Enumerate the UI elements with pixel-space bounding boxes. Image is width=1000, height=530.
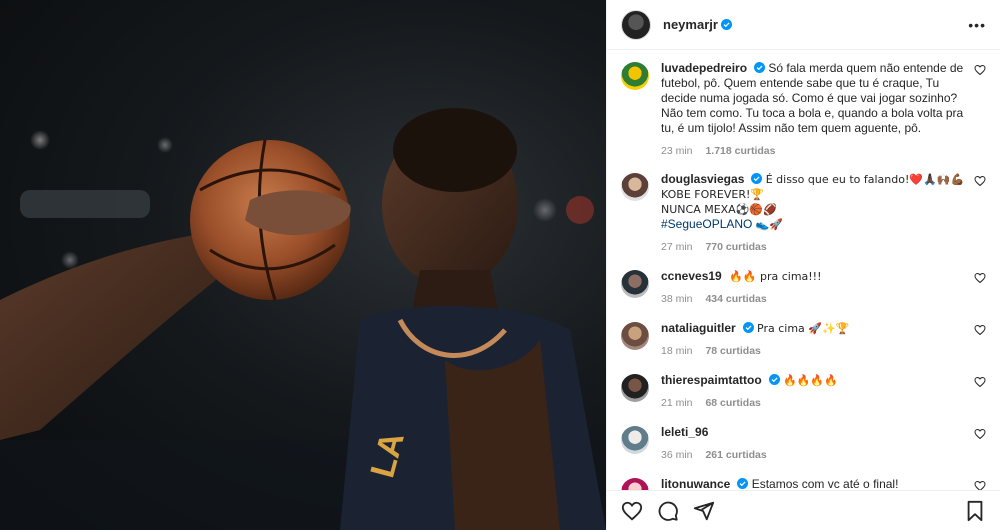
heart-icon[interactable] — [974, 428, 986, 440]
instagram-post-view: LA neymarjr ••• luvadepedreiro Só fala m… — [0, 0, 1000, 530]
more-options-icon[interactable]: ••• — [968, 17, 986, 33]
comment-time: 38 min — [661, 293, 693, 305]
comment-likes[interactable]: 261 curtidas — [705, 449, 766, 461]
comment-text-line: KOBE FOREVER!🏆 — [661, 188, 765, 201]
comment-body: leleti_96 36 min 261 curtidas — [661, 425, 976, 463]
comment-text-line: É disso que eu to falando!❤️🙏🏿🙌🏾💪🏾 — [765, 173, 965, 186]
author-username[interactable]: neymarjr — [663, 17, 718, 32]
share-icon[interactable] — [693, 500, 715, 522]
post-header: neymarjr ••• — [607, 0, 1000, 50]
comment-body: luvadepedreiro Só fala merda quem não en… — [661, 61, 976, 159]
comment-meta: 23 min 1.718 curtidas — [661, 144, 976, 159]
comment-likes[interactable]: 1.718 curtidas — [705, 145, 775, 157]
comment-meta: 18 min 78 curtidas — [661, 344, 976, 359]
comment-time: 23 min — [661, 145, 693, 157]
commenter-avatar[interactable] — [621, 478, 649, 490]
comment-username[interactable]: douglasviegas — [661, 172, 744, 186]
comment-text: 🔥🔥 pra cima!!! — [729, 270, 822, 283]
comment-text-line: NUNCA MEXA⚽🏀🏈 — [661, 203, 777, 216]
comment-body: ccneves19 🔥🔥 pra cima!!! 38 min 434 curt… — [661, 269, 976, 307]
comment-body: douglasviegas É disso que eu to falando!… — [661, 172, 976, 255]
comment-username[interactable]: nataliaguitler — [661, 321, 736, 335]
comment-time: 21 min — [661, 397, 693, 409]
comment-item: nataliaguitler Pra cima 🚀✨🏆 18 min 78 cu… — [621, 307, 986, 359]
commenter-avatar[interactable] — [621, 374, 649, 402]
commenter-avatar[interactable] — [621, 270, 649, 298]
comment-hashtag[interactable]: #SegueOPLANO — [661, 217, 752, 231]
comment-body: litonuwance Estamos com vc até o final! — [661, 477, 976, 490]
comment-meta: 36 min 261 curtidas — [661, 448, 976, 463]
comment-icon[interactable] — [657, 500, 679, 522]
heart-icon[interactable] — [974, 376, 986, 388]
comment-username[interactable]: thierespaimtattoo — [661, 373, 762, 387]
comments-panel: neymarjr ••• luvadepedreiro Só fala merd… — [606, 0, 1000, 530]
comment-item: litonuwance Estamos com vc até o final! — [621, 463, 986, 490]
comment-body: nataliaguitler Pra cima 🚀✨🏆 18 min 78 cu… — [661, 321, 976, 359]
comment-text: Pra cima 🚀✨🏆 — [757, 322, 850, 335]
comments-list[interactable]: luvadepedreiro Só fala merda quem não en… — [607, 50, 1000, 490]
heart-icon[interactable] — [974, 272, 986, 284]
comment-body: thierespaimtattoo 🔥🔥🔥🔥 21 min 68 curtida… — [661, 373, 976, 411]
verified-badge-icon — [720, 19, 732, 30]
heart-icon[interactable] — [974, 324, 986, 336]
comment-item: thierespaimtattoo 🔥🔥🔥🔥 21 min 68 curtida… — [621, 359, 986, 411]
comment-meta: 38 min 434 curtidas — [661, 292, 976, 307]
heart-icon[interactable] — [974, 175, 986, 187]
comment-username[interactable]: leleti_96 — [661, 425, 708, 439]
comment-username[interactable]: ccneves19 — [661, 269, 722, 283]
comment-likes[interactable]: 434 curtidas — [705, 293, 766, 305]
post-action-bar — [607, 490, 1000, 530]
post-media-image[interactable]: LA — [0, 0, 606, 530]
comment-likes[interactable]: 770 curtidas — [705, 241, 766, 253]
verified-badge-icon — [751, 173, 763, 184]
comment-item: leleti_96 36 min 261 curtidas — [621, 411, 986, 463]
heart-icon[interactable] — [974, 480, 986, 490]
heart-icon[interactable] — [621, 500, 643, 522]
commenter-avatar[interactable] — [621, 62, 649, 90]
comment-text: 🔥🔥🔥🔥 — [783, 374, 838, 387]
verified-badge-icon — [754, 62, 766, 73]
comment-item: ccneves19 🔥🔥 pra cima!!! 38 min 434 curt… — [621, 255, 986, 307]
verified-badge-icon — [742, 322, 754, 333]
comment-item: douglasviegas É disso que eu to falando!… — [621, 159, 986, 255]
comment-username[interactable]: luvadepedreiro — [661, 61, 747, 75]
heart-icon[interactable] — [974, 64, 986, 76]
comment-likes[interactable]: 78 curtidas — [705, 345, 760, 357]
commenter-avatar[interactable] — [621, 322, 649, 350]
comment-time: 18 min — [661, 345, 693, 357]
comment-time: 36 min — [661, 449, 693, 461]
author-avatar[interactable] — [621, 9, 651, 40]
comment-meta: 27 min 770 curtidas — [661, 240, 976, 255]
commenter-avatar[interactable] — [621, 426, 649, 454]
comment-likes[interactable]: 68 curtidas — [705, 397, 760, 409]
comment-meta: 21 min 68 curtidas — [661, 396, 976, 411]
comment-emoji: 👟🚀 — [755, 218, 784, 231]
bookmark-icon[interactable] — [964, 500, 986, 522]
verified-badge-icon — [768, 374, 780, 385]
comment-time: 27 min — [661, 241, 693, 253]
comment-item: luvadepedreiro Só fala merda quem não en… — [621, 50, 986, 159]
basketball-photo: LA — [0, 108, 606, 530]
verified-badge-icon — [737, 478, 749, 489]
comment-text: Estamos com vc até o final! — [751, 477, 899, 490]
commenter-avatar[interactable] — [621, 173, 649, 201]
comment-username[interactable]: litonuwance — [661, 477, 730, 490]
